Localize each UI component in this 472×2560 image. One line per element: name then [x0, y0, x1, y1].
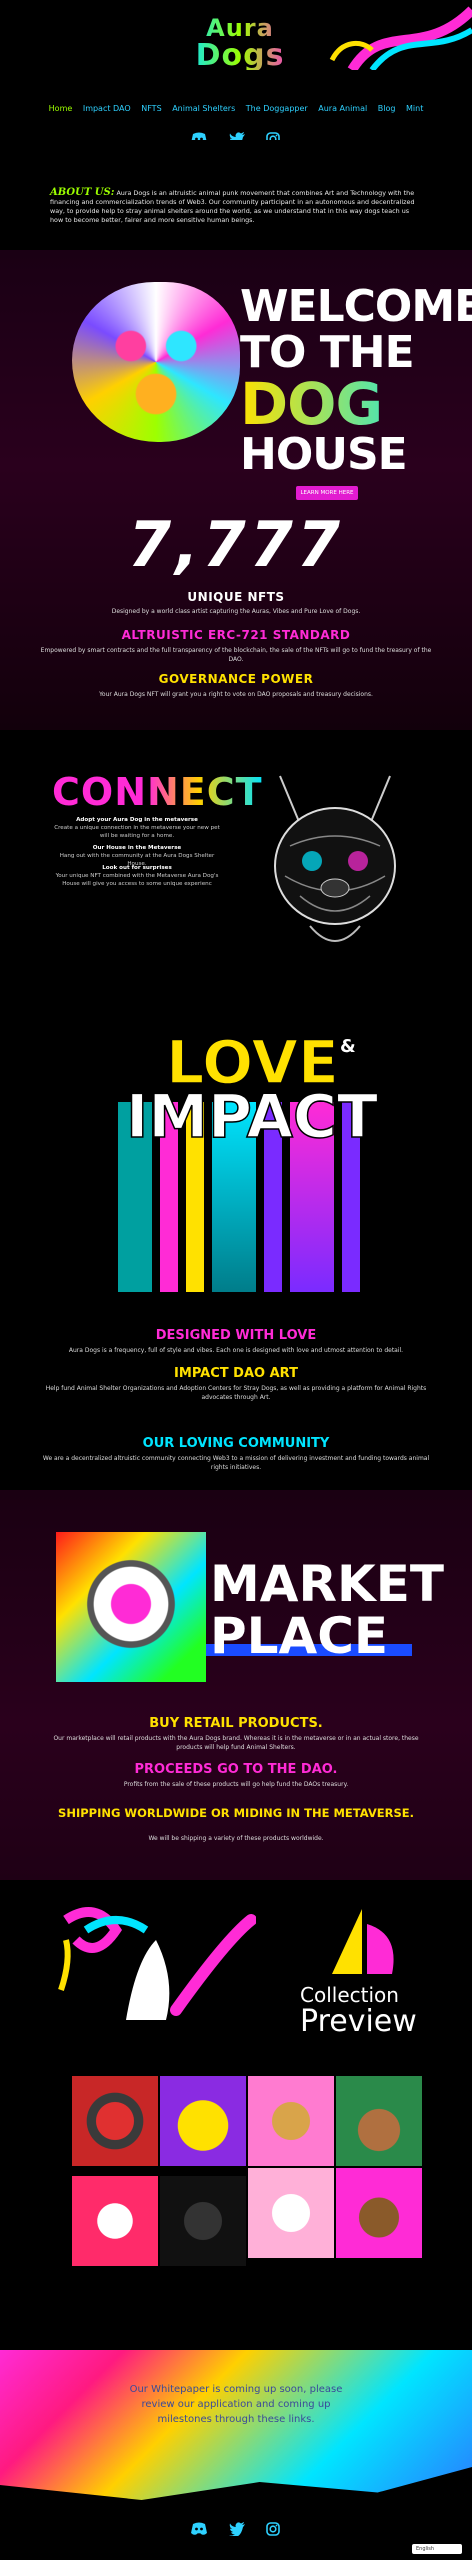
footer-social-links [190, 2522, 280, 2542]
collection-section: Collection Preview [0, 1880, 472, 2350]
collection-title: Collection Preview [300, 1984, 417, 2038]
impact-word: IMPACT [125, 1082, 378, 1152]
nft-preview-7[interactable] [248, 2168, 334, 2258]
love-impact-section: LOVE IMPACT & DESIGNED WITH LOVE Aura Do… [0, 990, 472, 1490]
market-line2: PLACE [210, 1607, 389, 1665]
connect-item-3-title: Look out for surprises [102, 865, 172, 871]
nav-aura-animal[interactable]: Aura Animal [318, 104, 367, 113]
frenchie-line-artwork [274, 775, 396, 942]
welcome-line3: DOG [240, 375, 450, 433]
connect-item-3-text: Your unique NFT combined with the Metave… [55, 873, 219, 887]
astronaut-dog-artwork [56, 1532, 206, 1682]
about-text: ABOUT US: Aura Dogs is an altruistic ani… [50, 188, 420, 225]
social-links [190, 132, 280, 140]
aura-dogs-logo[interactable]: Aura Dogs [186, 14, 294, 84]
nft-count: 7,777 [127, 508, 345, 581]
nav-animal-shelters[interactable]: Animal Shelters [172, 104, 235, 113]
bulldog-artwork [72, 282, 240, 442]
nav-mint[interactable]: Mint [406, 104, 423, 113]
proceeds-text: Profits from the sale of these products … [123, 1781, 349, 1788]
whitepaper-text: Our Whitepaper is coming up soon, please… [129, 2384, 343, 2425]
marketplace-title: MARKET PLACE [210, 1558, 444, 1662]
nft-preview-2[interactable] [160, 2076, 246, 2166]
designed-text: Aura Dogs is a frequency, full of style … [68, 1347, 404, 1354]
nft-preview-4[interactable] [336, 2076, 422, 2166]
site-header: Aura Dogs Home Impact DAO NFTS Animal Sh… [0, 0, 472, 140]
instagram-icon[interactable] [266, 132, 280, 140]
connect-item-1: Adopt your Aura Dog in the metaverse Cre… [52, 816, 222, 840]
nft-preview-8[interactable] [336, 2168, 422, 2258]
nav-impact-dao[interactable]: Impact DAO [83, 104, 131, 113]
governance-text: Your Aura Dogs NFT will grant you a righ… [99, 691, 373, 698]
nft-preview-1[interactable] [72, 2076, 158, 2166]
marketplace-section: MARKET PLACE BUY RETAIL PRODUCTS. Our ma… [0, 1490, 472, 1880]
main-nav: Home Impact DAO NFTS Animal Shelters The… [0, 104, 472, 113]
community-title: OUR LOVING COMMUNITY [142, 1436, 330, 1451]
nft-preview-5[interactable] [72, 2176, 158, 2266]
connect-item-1-text: Create a unique connection in the metave… [54, 825, 220, 839]
collection-line2: Preview [300, 2004, 417, 2039]
twitter-icon[interactable] [229, 2522, 245, 2536]
nft-preview-6[interactable] [160, 2176, 246, 2266]
impact-dao-title: IMPACT DAO ART [174, 1366, 298, 1381]
collection-logo-mark [332, 1909, 394, 1974]
learn-more-button[interactable]: LEARN MORE HERE [296, 486, 358, 500]
designed-title: DESIGNED WITH LOVE [155, 1328, 317, 1343]
connect-item-3: Look out for surprises Your unique NFT c… [52, 864, 222, 888]
proceeds-title: PROCEEDS GO TO THE DAO. [134, 1762, 338, 1777]
about-heading: ABOUT US: [50, 187, 115, 198]
welcome-line1: WELCOME [240, 281, 472, 332]
erc-text: Empowered by smart contracts and the ful… [40, 647, 432, 663]
about-section: ABOUT US: Aura Dogs is an altruistic ani… [0, 140, 472, 250]
discord-icon[interactable] [190, 132, 208, 140]
ampersand: & [340, 1036, 356, 1057]
retail-title: BUY RETAIL PRODUCTS. [149, 1716, 323, 1731]
market-line1: MARKET [210, 1555, 444, 1613]
nav-doggapper[interactable]: The Doggapper [246, 104, 308, 113]
welcome-section: WELCOME TO THE DOG HOUSE LEARN MORE HERE… [0, 250, 472, 730]
nav-blog[interactable]: Blog [378, 104, 396, 113]
retail-text: Our marketplace will retail products wit… [53, 1735, 419, 1751]
collection-line1: Collection [300, 1983, 399, 2007]
shipping-title: SHIPPING WORLDWIDE OR MIDING IN THE META… [58, 1806, 414, 1820]
nav-nfts[interactable]: NFTS [141, 104, 161, 113]
nav-home[interactable]: Home [49, 104, 73, 113]
welcome-line4: HOUSE [240, 429, 408, 480]
twitter-icon[interactable] [229, 132, 245, 140]
welcome-title: WELCOME TO THE DOG HOUSE [240, 281, 472, 480]
instagram-icon[interactable] [266, 2522, 280, 2536]
connect-title: CONNECT [52, 770, 263, 814]
connect-section: CONNECT Adopt your Aura Dog in the metav… [0, 730, 472, 990]
logo-dogs: Dogs [186, 41, 294, 71]
impact-dao-text: Help fund Animal Shelter Organizations a… [45, 1385, 427, 1401]
erc-title: ALTRUISTIC ERC-721 STANDARD [121, 628, 351, 642]
nft-preview-grid [72, 2076, 422, 2266]
footer-section: Our Whitepaper is coming up soon, please… [0, 2350, 472, 2560]
unique-nfts-text: Designed by a world class artist capturi… [111, 608, 361, 615]
graffiti-artwork [58, 1907, 256, 2020]
unique-nfts-title: UNIQUE NFTS [187, 590, 285, 604]
decorative-swirl [329, 6, 472, 70]
governance-title: GOVERNANCE POWER [158, 672, 314, 686]
discord-icon[interactable] [190, 2522, 208, 2536]
shipping-text: We will be shipping a variety of these p… [148, 1835, 324, 1842]
connect-item-2-title: Our House in the Metaverse [92, 845, 182, 851]
connect-item-1-title: Adopt your Aura Dog in the metaverse [76, 817, 198, 823]
nft-preview-3[interactable] [248, 2076, 334, 2166]
language-selector[interactable]: English [412, 2544, 462, 2554]
community-text: We are a decentralized altruistic commun… [42, 1455, 430, 1471]
